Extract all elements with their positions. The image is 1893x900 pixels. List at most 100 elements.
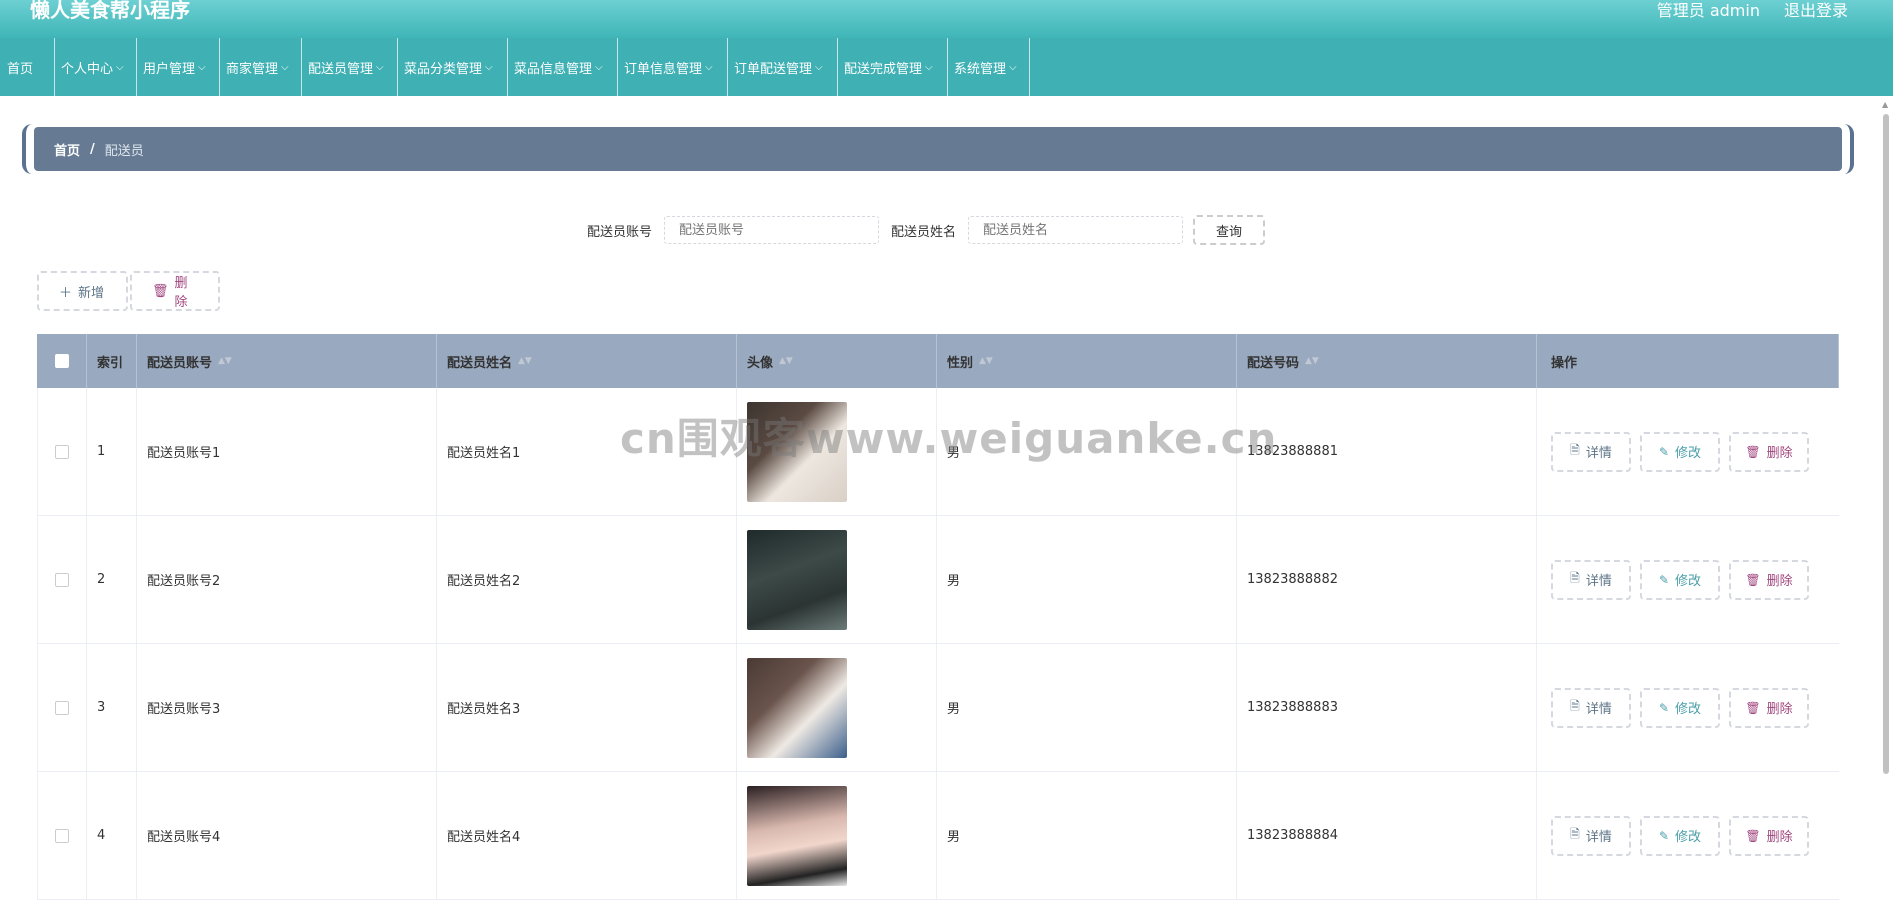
vertical-scrollbar[interactable]: ▲ <box>1881 100 1891 893</box>
top-header: 懒人美食帮小程序 管理员 admin 退出登录 <box>0 0 1893 38</box>
sort-icon[interactable]: ▲▼ <box>779 357 793 366</box>
breadcrumb-current: 配送员 <box>104 143 144 159</box>
sort-icon[interactable]: ▲▼ <box>518 357 532 366</box>
edit-button[interactable]: ✎ 修改 <box>1640 815 1720 856</box>
table-row: 3 配送员账号3 配送员姓名3 男 13823888883 🗎 详情 ✎ 修改 🗑 删… <box>37 644 1839 772</box>
query-button[interactable]: 查询 <box>1193 215 1266 245</box>
nav-dish-info[interactable]: 菜品信息管理 ⌵ <box>508 38 618 96</box>
nav-order-delivery[interactable]: 订单配送管理 ⌵ <box>728 38 838 96</box>
add-button[interactable]: ＋新增 <box>37 271 128 311</box>
nav-couriers[interactable]: 配送员管理 ⌵ <box>302 38 398 96</box>
pencil-icon: ✎ <box>1658 572 1670 587</box>
row-account: 配送员账号4 <box>137 772 437 899</box>
nav-home[interactable]: 首页 <box>0 38 55 96</box>
document-icon: 🗎 <box>1570 699 1580 713</box>
col-avatar[interactable]: 头像 ▲▼ <box>737 334 937 388</box>
name-label: 配送员姓名 <box>891 224 957 240</box>
trash-icon: 🗑 <box>152 283 169 299</box>
chevron-down-icon: ⌵ <box>281 61 289 73</box>
trash-icon: 🗑 <box>1745 572 1761 587</box>
row-gender: 男 <box>937 644 1237 771</box>
edit-button[interactable]: ✎ 修改 <box>1640 559 1720 600</box>
main-nav: 首页 个人中心 ⌵ 用户管理 ⌵ 商家管理 ⌵ 配送员管理 ⌵ 菜品分类管理 ⌵ 菜品信息… <box>0 38 1893 96</box>
col-gender[interactable]: 性别 ▲▼ <box>937 334 1237 388</box>
document-icon: 🗎 <box>1570 571 1580 585</box>
account-search-input[interactable] <box>664 216 880 244</box>
col-name[interactable]: 配送员姓名 ▲▼ <box>437 334 737 388</box>
row-checkbox[interactable] <box>55 444 69 459</box>
scroll-up-icon[interactable]: ▲ <box>1882 100 1888 109</box>
chevron-down-icon: ⌵ <box>595 61 603 73</box>
row-phone: 13823888883 <box>1237 644 1537 771</box>
col-phone[interactable]: 配送号码 ▲▼ <box>1237 334 1537 388</box>
nav-system[interactable]: 系统管理 ⌵ <box>948 38 1030 96</box>
account-label: 配送员账号 <box>587 224 653 240</box>
row-account: 配送员账号2 <box>137 516 437 643</box>
row-index: 1 <box>87 388 137 515</box>
row-name: 配送员姓名4 <box>437 772 737 899</box>
delete-button[interactable]: 🗑 删除 <box>1729 815 1809 856</box>
app-title: 懒人美食帮小程序 <box>30 0 190 22</box>
name-search-input[interactable] <box>968 216 1184 244</box>
row-actions: 🗎 详情 ✎ 修改 🗑 删除 <box>1537 644 1839 771</box>
select-all-cell <box>37 334 87 388</box>
pencil-icon: ✎ <box>1658 700 1670 715</box>
detail-button[interactable]: 🗎 详情 <box>1551 815 1631 856</box>
pencil-icon: ✎ <box>1658 828 1670 843</box>
row-name: 配送员姓名3 <box>437 644 737 771</box>
col-actions: 操作 <box>1537 334 1839 388</box>
row-name: 配送员姓名2 <box>437 516 737 643</box>
chevron-down-icon: ⌵ <box>815 61 823 73</box>
edit-button[interactable]: ✎ 修改 <box>1640 687 1720 728</box>
table-header: 索引 配送员账号 ▲▼ 配送员姓名 ▲▼ 头像 ▲▼ 性别 ▲▼ 配送号码 ▲▼ 操作 <box>37 334 1839 388</box>
scrollbar-thumb[interactable] <box>1883 114 1889 774</box>
chevron-down-icon: ⌵ <box>705 61 713 73</box>
action-bar: ＋新增 🗑 删除 <box>37 271 220 311</box>
search-bar: 配送员账号 配送员姓名 查询 <box>587 215 1266 245</box>
detail-button[interactable]: 🗎 详情 <box>1551 431 1631 472</box>
detail-button[interactable]: 🗎 详情 <box>1551 559 1631 600</box>
col-account[interactable]: 配送员账号 ▲▼ <box>137 334 437 388</box>
breadcrumb-home[interactable]: 首页 <box>54 140 80 159</box>
nav-delivery-done[interactable]: 配送完成管理 ⌵ <box>838 38 948 96</box>
select-all-checkbox[interactable] <box>54 354 69 368</box>
current-user: 管理员 admin <box>1656 1 1760 20</box>
chevron-down-icon: ⌵ <box>925 61 933 73</box>
nav-order-info[interactable]: 订单信息管理 ⌵ <box>618 38 728 96</box>
table-row: 4 配送员账号4 配送员姓名4 男 13823888884 🗎 详情 ✎ 修改 🗑 删… <box>37 772 1839 900</box>
edit-button[interactable]: ✎ 修改 <box>1640 431 1720 472</box>
delete-button[interactable]: 🗑 删除 <box>1729 559 1809 600</box>
delete-button[interactable]: 🗑 删除 <box>1729 687 1809 728</box>
sort-icon[interactable]: ▲▼ <box>218 357 232 366</box>
avatar <box>747 529 847 630</box>
row-index: 3 <box>87 644 137 771</box>
nav-profile[interactable]: 个人中心 ⌵ <box>55 38 137 96</box>
avatar <box>747 657 847 758</box>
delete-button[interactable]: 🗑 删除 <box>1729 431 1809 472</box>
nav-dish-categories[interactable]: 菜品分类管理 ⌵ <box>398 38 508 96</box>
detail-button[interactable]: 🗎 详情 <box>1551 687 1631 728</box>
row-index: 2 <box>87 516 137 643</box>
nav-users[interactable]: 用户管理 ⌵ <box>137 38 220 96</box>
row-checkbox[interactable] <box>55 700 69 715</box>
header-right: 管理员 admin 退出登录 <box>1657 0 1848 21</box>
breadcrumb-separator: / <box>90 141 95 157</box>
row-actions: 🗎 详情 ✎ 修改 🗑 删除 <box>1537 772 1839 899</box>
batch-delete-button[interactable]: 🗑 删除 <box>130 271 220 311</box>
nav-merchants[interactable]: 商家管理 ⌵ <box>220 38 302 96</box>
trash-icon: 🗑 <box>1745 444 1761 459</box>
row-gender: 男 <box>937 772 1237 899</box>
logout-link[interactable]: 退出登录 <box>1784 0 1848 21</box>
sort-icon[interactable]: ▲▼ <box>979 357 993 366</box>
row-checkbox[interactable] <box>55 572 69 587</box>
document-icon: 🗎 <box>1570 827 1580 841</box>
row-phone: 13823888881 <box>1237 388 1537 515</box>
row-phone: 13823888884 <box>1237 772 1537 899</box>
chevron-down-icon: ⌵ <box>198 61 206 73</box>
trash-icon: 🗑 <box>1745 700 1761 715</box>
sort-icon[interactable]: ▲▼ <box>1305 357 1319 366</box>
row-actions: 🗎 详情 ✎ 修改 🗑 删除 <box>1537 516 1839 643</box>
row-checkbox[interactable] <box>55 828 69 843</box>
watermark: cn围观客www.weiguanke.cn <box>620 414 1278 463</box>
trash-icon: 🗑 <box>1745 828 1761 843</box>
